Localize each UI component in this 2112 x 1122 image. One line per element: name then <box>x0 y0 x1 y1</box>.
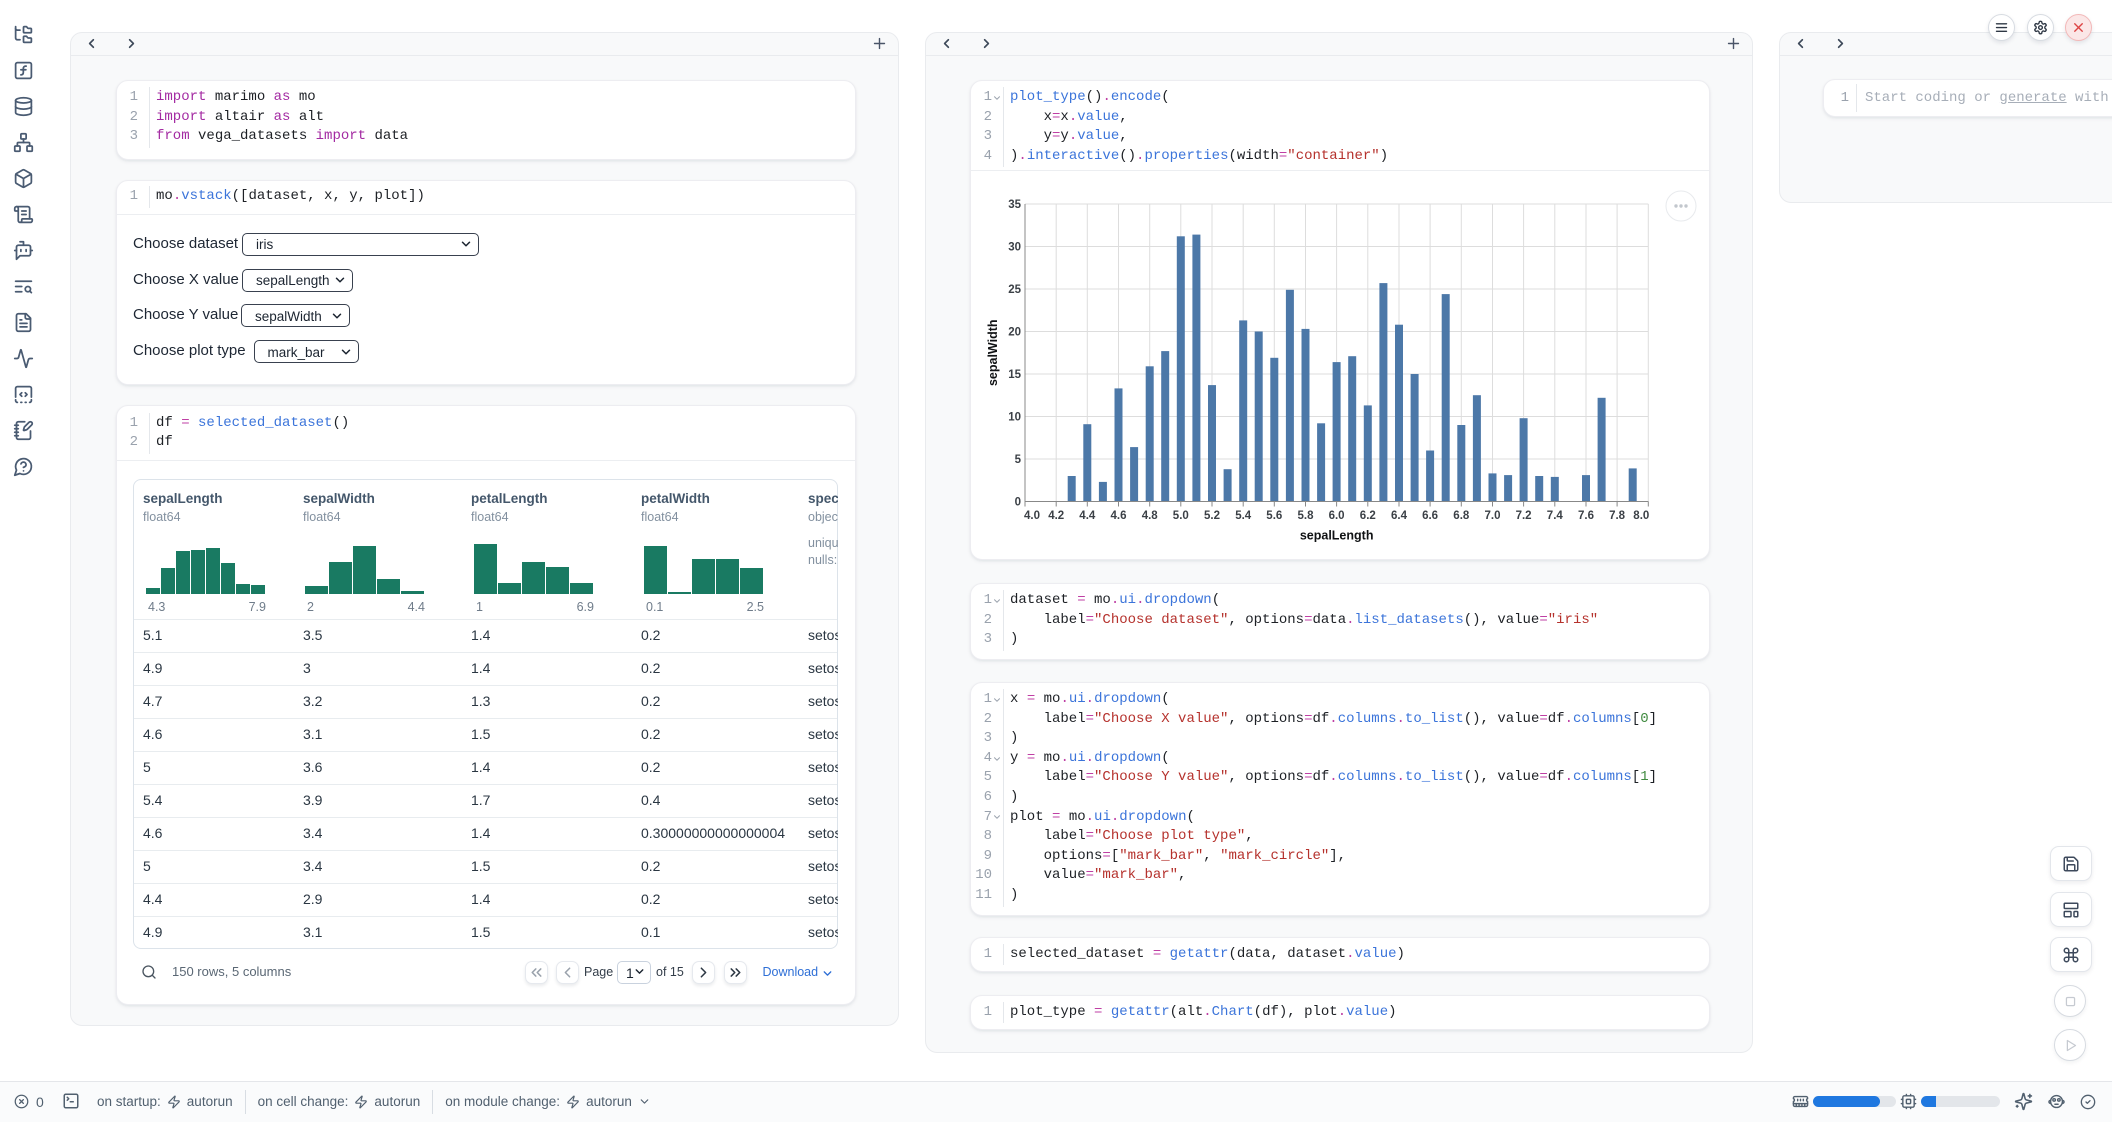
svg-text:4.8: 4.8 <box>1142 510 1159 522</box>
svg-text:5.2: 5.2 <box>1204 510 1220 522</box>
svg-text:10: 10 <box>1008 412 1021 424</box>
svg-text:5.6: 5.6 <box>1266 510 1282 522</box>
svg-text:sepalLength: sepalLength <box>1300 529 1374 543</box>
svg-text:6.2: 6.2 <box>1360 510 1376 522</box>
svg-text:20: 20 <box>1008 327 1021 339</box>
svg-text:6.4: 6.4 <box>1391 510 1408 522</box>
svg-text:4.2: 4.2 <box>1048 510 1064 522</box>
svg-text:4.6: 4.6 <box>1111 510 1127 522</box>
svg-text:7.2: 7.2 <box>1516 510 1532 522</box>
svg-text:7.6: 7.6 <box>1578 510 1594 522</box>
svg-text:6.0: 6.0 <box>1329 510 1345 522</box>
svg-text:15: 15 <box>1008 369 1021 381</box>
svg-text:25: 25 <box>1008 284 1021 296</box>
svg-text:4.0: 4.0 <box>1024 510 1040 522</box>
svg-text:30: 30 <box>1008 242 1021 254</box>
svg-text:5.0: 5.0 <box>1173 510 1189 522</box>
svg-text:5: 5 <box>1015 454 1022 466</box>
svg-text:7.4: 7.4 <box>1547 510 1564 522</box>
svg-text:5.4: 5.4 <box>1235 510 1252 522</box>
svg-text:sepalWidth: sepalWidth <box>986 319 1000 386</box>
svg-text:8.0: 8.0 <box>1633 510 1649 522</box>
svg-text:6.8: 6.8 <box>1453 510 1470 522</box>
svg-text:5.8: 5.8 <box>1298 510 1315 522</box>
svg-text:6.6: 6.6 <box>1422 510 1438 522</box>
svg-text:0: 0 <box>1015 497 1021 509</box>
svg-text:35: 35 <box>1008 199 1021 211</box>
svg-text:7.0: 7.0 <box>1485 510 1501 522</box>
svg-text:4.4: 4.4 <box>1079 510 1096 522</box>
svg-text:7.8: 7.8 <box>1609 510 1626 522</box>
